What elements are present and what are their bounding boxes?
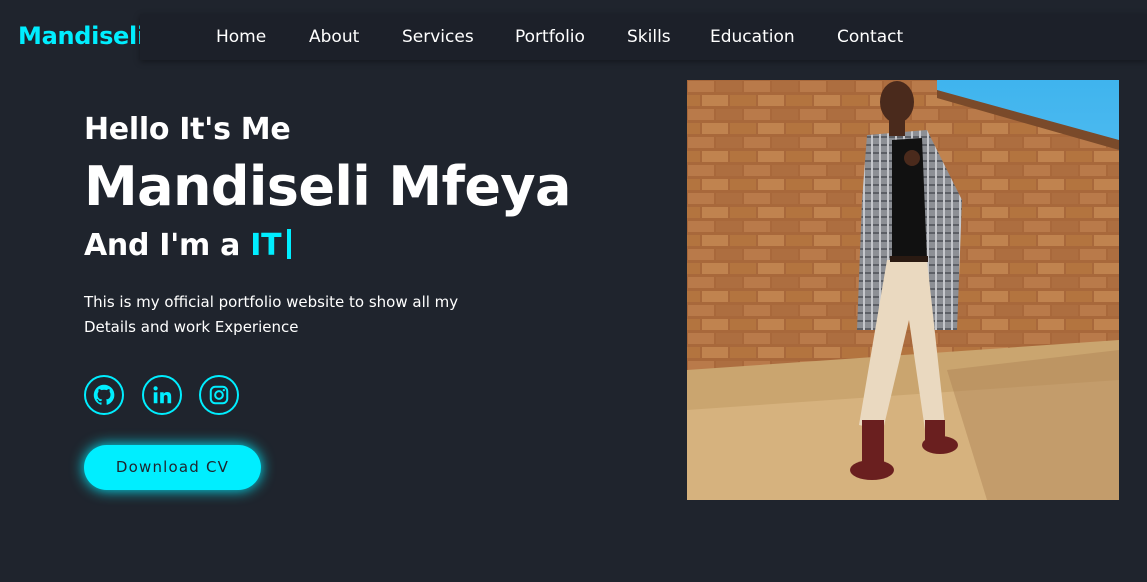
github-icon bbox=[93, 384, 115, 405]
hero-greeting: Hello It's Me bbox=[84, 112, 291, 147]
typing-cursor bbox=[287, 229, 292, 259]
hero-bio: This is my official portfolio website to… bbox=[84, 293, 459, 336]
role-prefix: And I'm a bbox=[84, 228, 241, 263]
instagram-icon bbox=[209, 385, 229, 405]
nav-link-about[interactable]: About bbox=[309, 14, 359, 60]
instagram-link[interactable] bbox=[199, 375, 239, 415]
navbar: Home About Services Portfolio Skills Edu… bbox=[140, 14, 1147, 60]
nav-link-portfolio[interactable]: Portfolio bbox=[515, 14, 585, 60]
nav-link-home[interactable]: Home bbox=[216, 14, 266, 60]
linkedin-icon bbox=[153, 386, 172, 404]
site-logo[interactable]: Mandiseli bbox=[18, 20, 145, 52]
hero-section: Hello It's Me Mandiseli Mfeya And I'm a … bbox=[84, 108, 644, 355]
hero-role-line: And I'm a IT bbox=[84, 224, 644, 268]
nav-link-education[interactable]: Education bbox=[710, 14, 795, 60]
role-value: IT bbox=[250, 228, 282, 263]
linkedin-link[interactable] bbox=[142, 375, 182, 415]
nav-link-contact[interactable]: Contact bbox=[837, 14, 903, 60]
profile-photo-illustration bbox=[687, 80, 1119, 500]
nav-link-skills[interactable]: Skills bbox=[627, 14, 671, 60]
download-cv-button[interactable]: Download CV bbox=[84, 445, 261, 490]
hero-name: Mandiseli Mfeya bbox=[84, 155, 571, 218]
github-link[interactable] bbox=[84, 375, 124, 415]
nav-link-services[interactable]: Services bbox=[402, 14, 474, 60]
profile-photo bbox=[687, 80, 1119, 500]
